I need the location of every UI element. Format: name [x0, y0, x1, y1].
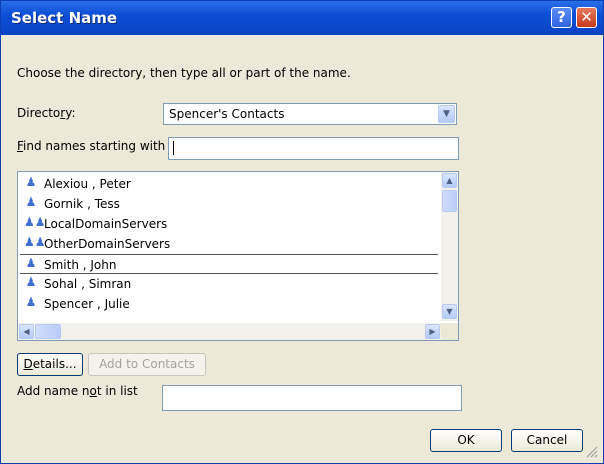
- name-label: LocalDomainServers: [44, 217, 168, 231]
- vertical-scroll-thumb[interactable]: [442, 190, 457, 212]
- find-label: Find names starting with: [17, 139, 165, 153]
- find-names-input[interactable]: [168, 137, 459, 160]
- text-caret: [173, 141, 174, 155]
- directory-value: Spencer's Contacts: [169, 107, 285, 121]
- instruction-text: Choose the directory, then type all or p…: [17, 66, 351, 80]
- close-button[interactable]: ✕: [576, 7, 597, 28]
- horizontal-scroll-thumb[interactable]: [35, 324, 61, 339]
- title-bar[interactable]: Select Name ? ✕: [1, 1, 603, 35]
- person-icon: ♟: [25, 256, 37, 270]
- ok-button[interactable]: OK: [430, 429, 502, 452]
- chevron-down-icon[interactable]: ▼: [438, 105, 455, 123]
- person-icon: ♟: [25, 195, 37, 209]
- scrollbar-corner: [441, 323, 458, 340]
- horizontal-scrollbar[interactable]: ◀ ▶: [18, 323, 441, 340]
- dialog-title: Select Name: [11, 9, 118, 27]
- find-label-post: ind names starting with: [23, 139, 166, 153]
- scroll-right-icon[interactable]: ▶: [425, 324, 440, 339]
- add-name-label-accel: o: [89, 384, 97, 398]
- add-name-label-pre: Add name n: [17, 384, 90, 398]
- list-item[interactable]: ♟ Gornik , Tess: [20, 194, 438, 214]
- details-accel: D: [23, 357, 33, 371]
- directory-label-pre: Directo: [17, 106, 61, 120]
- details-label: etails...: [32, 357, 77, 371]
- list-item[interactable]: ♟ Alexiou , Peter: [20, 174, 438, 194]
- add-to-contacts-button[interactable]: Add to Contacts: [88, 353, 206, 376]
- person-icon: ♟: [25, 295, 37, 309]
- list-item-selected[interactable]: ♟ Smith , John: [20, 254, 438, 274]
- help-button[interactable]: ?: [551, 7, 572, 28]
- resize-grip-icon[interactable]: [586, 446, 598, 458]
- list-item[interactable]: ♟♟ OtherDomainServers: [20, 234, 438, 254]
- group-icon: ♟♟: [24, 235, 46, 249]
- name-label: Sohal , Simran: [44, 277, 132, 291]
- name-label: Alexiou , Peter: [44, 177, 131, 191]
- list-item[interactable]: ♟♟ LocalDomainServers: [20, 214, 438, 234]
- list-item[interactable]: ♟ Spencer , Julie: [20, 294, 438, 314]
- add-name-input[interactable]: [162, 385, 462, 411]
- list-item[interactable]: ♟ Sohal , Simran: [20, 274, 438, 294]
- details-button[interactable]: Details...: [17, 353, 83, 376]
- directory-label: Directory:: [17, 106, 76, 120]
- dialog-body: Choose the directory, then type all or p…: [4, 35, 600, 460]
- select-name-dialog: Select Name ? ✕ Choose the directory, th…: [0, 0, 604, 464]
- group-icon: ♟♟: [24, 215, 46, 229]
- directory-label-post: y:: [65, 106, 76, 120]
- directory-select[interactable]: Spencer's Contacts ▼: [163, 103, 457, 125]
- cancel-button[interactable]: Cancel: [511, 429, 583, 452]
- vertical-scrollbar[interactable]: ▲ ▼: [441, 172, 458, 321]
- names-list[interactable]: ♟ Alexiou , Peter ♟ Gornik , Tess ♟♟ LocalD…: [17, 171, 459, 341]
- name-label: Smith , John: [44, 258, 117, 272]
- close-icon: ✕: [580, 8, 593, 26]
- person-icon: ♟: [25, 275, 37, 289]
- scroll-up-icon[interactable]: ▲: [442, 173, 457, 188]
- add-name-label-post: t in list: [96, 384, 138, 398]
- help-icon: ?: [557, 8, 566, 26]
- add-name-label: Add name not in list: [17, 384, 138, 398]
- name-label: Gornik , Tess: [44, 197, 120, 211]
- scroll-down-icon[interactable]: ▼: [442, 304, 457, 319]
- name-label: OtherDomainServers: [44, 237, 171, 251]
- person-icon: ♟: [25, 175, 37, 189]
- scroll-left-icon[interactable]: ◀: [19, 324, 34, 339]
- name-label: Spencer , Julie: [44, 297, 130, 311]
